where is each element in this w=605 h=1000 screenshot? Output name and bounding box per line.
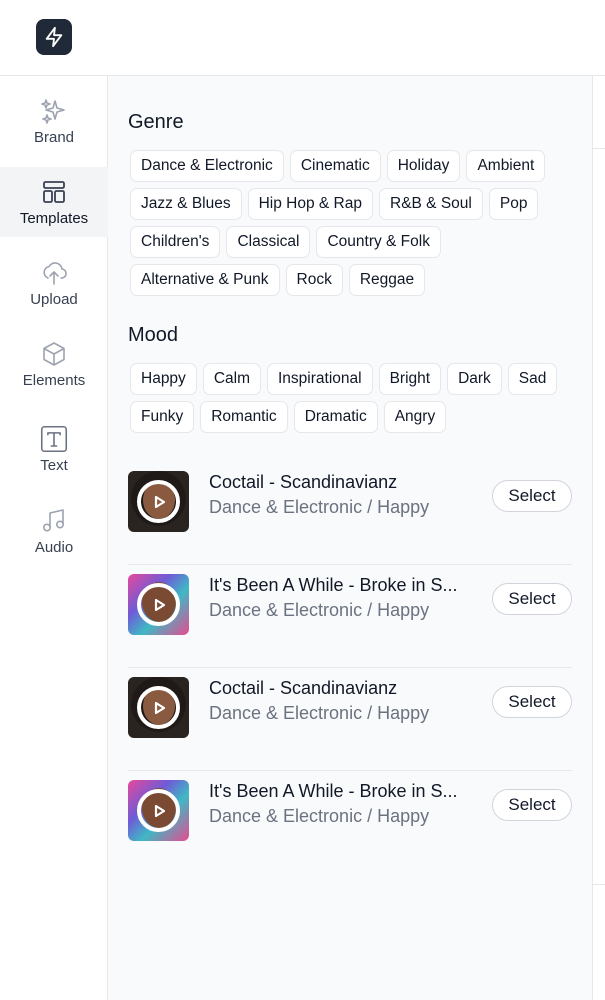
mood-chip[interactable]: Angry — [383, 401, 447, 433]
sidebar-item-label: Elements — [22, 371, 86, 389]
mood-chip[interactable]: Calm — [202, 363, 261, 395]
sidebar: Brand Templates Upload Elements Text Aud… — [0, 76, 108, 1000]
top-bar — [0, 0, 605, 76]
genre-chip[interactable]: Cinematic — [289, 150, 381, 182]
mood-chip[interactable]: Sad — [507, 363, 558, 395]
mood-chip[interactable]: Dramatic — [293, 401, 378, 433]
cloud-upload-icon — [40, 259, 68, 287]
select-button[interactable]: Select — [492, 789, 572, 821]
track-thumbnail[interactable] — [128, 574, 189, 635]
play-icon[interactable] — [137, 686, 180, 729]
genre-chip[interactable]: Hip Hop & Rap — [247, 188, 373, 220]
track-item: It's Been A While - Broke in S... Dance … — [128, 565, 572, 668]
genre-chip[interactable]: R&B & Soul — [379, 188, 483, 220]
play-icon[interactable] — [137, 789, 180, 832]
mood-title: Mood — [128, 324, 179, 346]
genre-chip[interactable]: Holiday — [386, 150, 461, 182]
track-title: It's Been A While - Broke in S... — [209, 781, 458, 801]
track-subtitle: Dance & Electronic / Happy — [209, 806, 430, 826]
sidebar-item-text[interactable]: Text — [0, 414, 108, 484]
genre-chip[interactable]: Rock — [285, 264, 343, 296]
track-subtitle: Dance & Electronic / Happy — [209, 497, 430, 517]
mood-chip[interactable]: Funky — [130, 401, 195, 433]
sidebar-item-templates[interactable]: Templates — [0, 167, 108, 237]
track-list: Coctail - Scandinavianz Dance & Electron… — [128, 462, 572, 874]
track-item: Coctail - Scandinavianz Dance & Electron… — [128, 462, 572, 565]
sidebar-item-label: Templates — [19, 209, 89, 227]
sidebar-item-brand[interactable]: Brand — [0, 86, 108, 156]
genre-chip[interactable]: Country & Folk — [316, 226, 441, 258]
track-item: It's Been A While - Broke in S... Dance … — [128, 771, 572, 874]
music-note-icon — [40, 507, 68, 535]
cube-icon — [40, 340, 68, 368]
mood-chip[interactable]: Bright — [378, 363, 442, 395]
track-title: Coctail - Scandinavianz — [209, 678, 398, 698]
track-thumbnail[interactable] — [128, 780, 189, 841]
mood-chip[interactable]: Happy — [130, 363, 197, 395]
genre-chip[interactable]: Jazz & Blues — [130, 188, 242, 220]
track-item: Coctail - Scandinavianz Dance & Electron… — [128, 668, 572, 771]
sparkles-icon — [40, 97, 68, 125]
genre-chip[interactable]: Pop — [488, 188, 539, 220]
text-icon — [40, 425, 68, 453]
sidebar-item-label: Brand — [33, 128, 75, 146]
genre-title: Genre — [128, 111, 184, 133]
mood-chip[interactable]: Romantic — [200, 401, 288, 433]
genre-chip[interactable]: Classical — [226, 226, 311, 258]
select-button[interactable]: Select — [492, 686, 572, 718]
layout-icon — [40, 178, 68, 206]
track-thumbnail[interactable] — [128, 677, 189, 738]
mood-chip[interactable]: Inspirational — [266, 363, 373, 395]
track-subtitle: Dance & Electronic / Happy — [209, 600, 430, 620]
audio-panel: Genre Dance & Electronic Cinematic Holid… — [108, 76, 592, 1000]
genre-chip[interactable]: Reggae — [348, 264, 426, 296]
sidebar-item-upload[interactable]: Upload — [0, 248, 108, 318]
lightning-icon[interactable] — [36, 19, 72, 55]
genre-chip[interactable]: Dance & Electronic — [130, 150, 284, 182]
genre-chips: Dance & Electronic Cinematic Holiday Amb… — [130, 150, 580, 296]
sidebar-item-label: Audio — [34, 538, 74, 556]
play-icon[interactable] — [137, 583, 180, 626]
track-title: It's Been A While - Broke in S... — [209, 575, 458, 595]
track-title: Coctail - Scandinavianz — [209, 472, 398, 492]
play-icon[interactable] — [137, 480, 180, 523]
canvas-edge — [592, 76, 605, 1000]
mood-chips: Happy Calm Inspirational Bright Dark Sad… — [130, 363, 580, 433]
genre-chip[interactable]: Alternative & Punk — [130, 264, 280, 296]
sidebar-item-audio[interactable]: Audio — [0, 496, 108, 566]
sidebar-item-label: Text — [40, 456, 68, 474]
genre-chip[interactable]: Ambient — [466, 150, 546, 182]
track-subtitle: Dance & Electronic / Happy — [209, 703, 430, 723]
sidebar-item-elements[interactable]: Elements — [0, 329, 108, 399]
genre-chip[interactable]: Children's — [130, 226, 221, 258]
select-button[interactable]: Select — [492, 583, 572, 615]
mood-chip[interactable]: Dark — [447, 363, 502, 395]
select-button[interactable]: Select — [492, 480, 572, 512]
sidebar-item-label: Upload — [30, 290, 78, 308]
track-thumbnail[interactable] — [128, 471, 189, 532]
